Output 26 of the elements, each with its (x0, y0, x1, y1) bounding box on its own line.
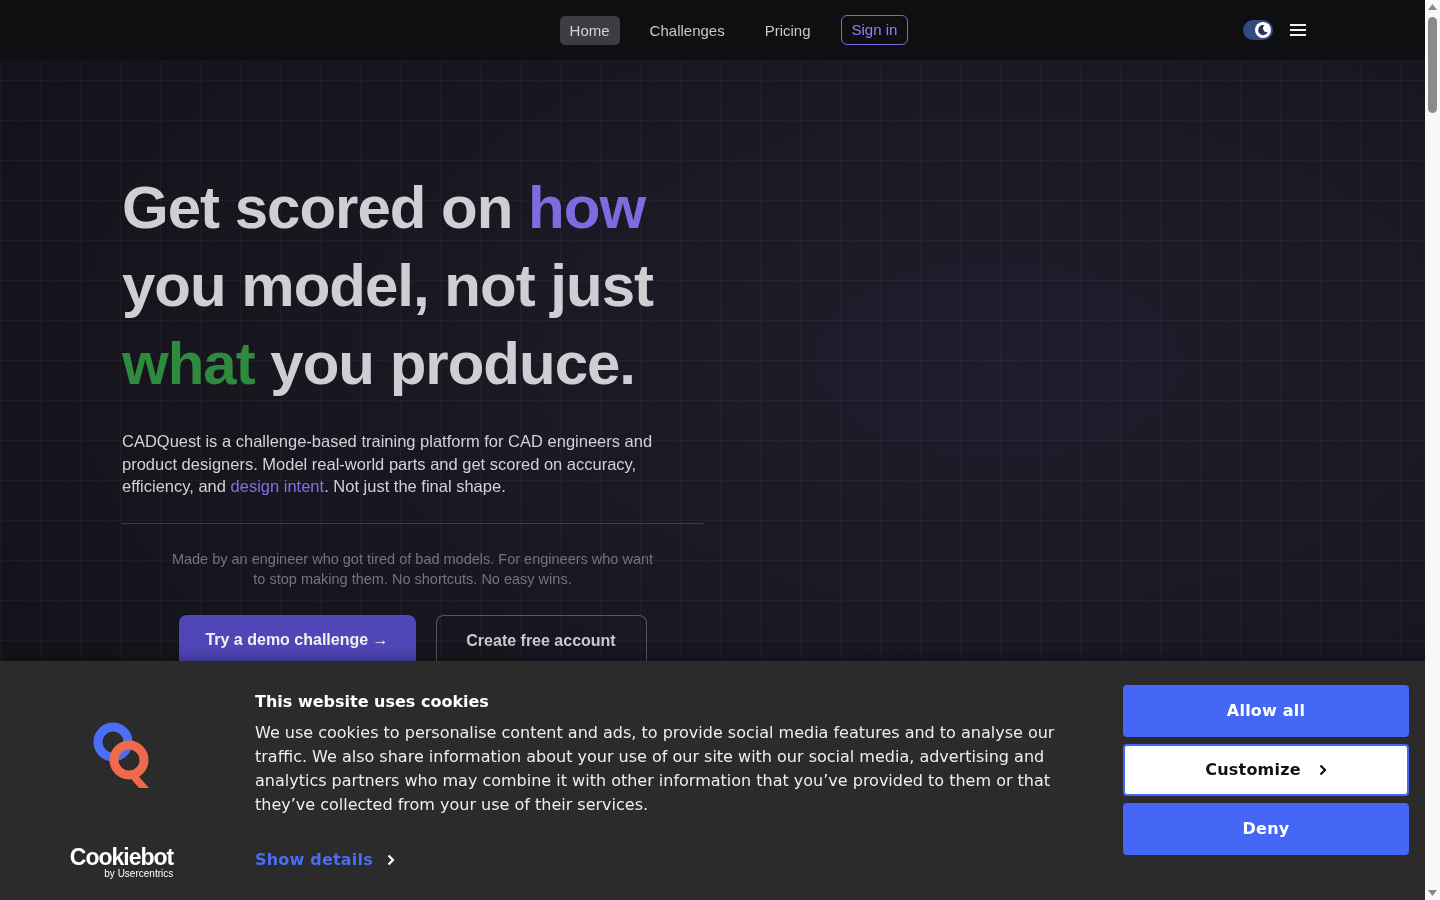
cookie-text: We use cookies to personalise content and ads, to provide social media features and to analyse our traffic. We also share information about your use of our site with our social media, advertising and analytics partners who may combine it with other information that you’ve provided to them or that they’ve collected from your use of their services. (255, 722, 1056, 816)
moon-icon (1255, 22, 1271, 38)
chevron-right-icon (386, 854, 395, 866)
scrollbar-thumb[interactable] (1428, 17, 1437, 113)
scroll-down-arrow-icon[interactable] (1428, 890, 1437, 896)
consent-button[interactable]: Deny (1123, 803, 1409, 855)
cookiebot-wordmark: Cookiebot (69, 846, 174, 868)
sign-in-button[interactable]: Sign in (840, 15, 909, 45)
theme-toggle[interactable] (1243, 20, 1273, 40)
consent-button[interactable]: Customize (1123, 744, 1409, 796)
inline-link[interactable]: design intent (230, 477, 325, 495)
primary-cta-button[interactable]: Try a demo challenge → (178, 614, 416, 661)
nav-link[interactable]: Home (559, 15, 620, 45)
hero-heading: Get scored on how you model, not just what you produce. (122, 173, 655, 399)
outline-cta-button[interactable]: Create free account (435, 614, 647, 661)
scrollbar[interactable] (1425, 0, 1440, 900)
menu-icon[interactable] (1290, 24, 1306, 36)
consent-button[interactable]: Allow all (1123, 685, 1409, 737)
hero-description: CADQuest is a challenge-based training platform for CAD engineers and product designers. Model real-world parts and get scored on accuracy, efficiency, and design intent. Not just the final shape. (122, 431, 654, 497)
nav-link[interactable]: Challenges (639, 15, 735, 45)
cookiebot-tagline: by Usercentrics (104, 868, 174, 879)
nav-link[interactable]: Pricing (754, 15, 821, 45)
cookie-title: This website uses cookies (255, 691, 490, 713)
hero-tagline: Made by an engineer who got tired of bad models. For engineers who want to stop making them. No shortcuts. No easy wins. (170, 549, 655, 589)
chevron-right-icon (1318, 764, 1327, 776)
scroll-up-arrow-icon[interactable] (1428, 4, 1437, 10)
